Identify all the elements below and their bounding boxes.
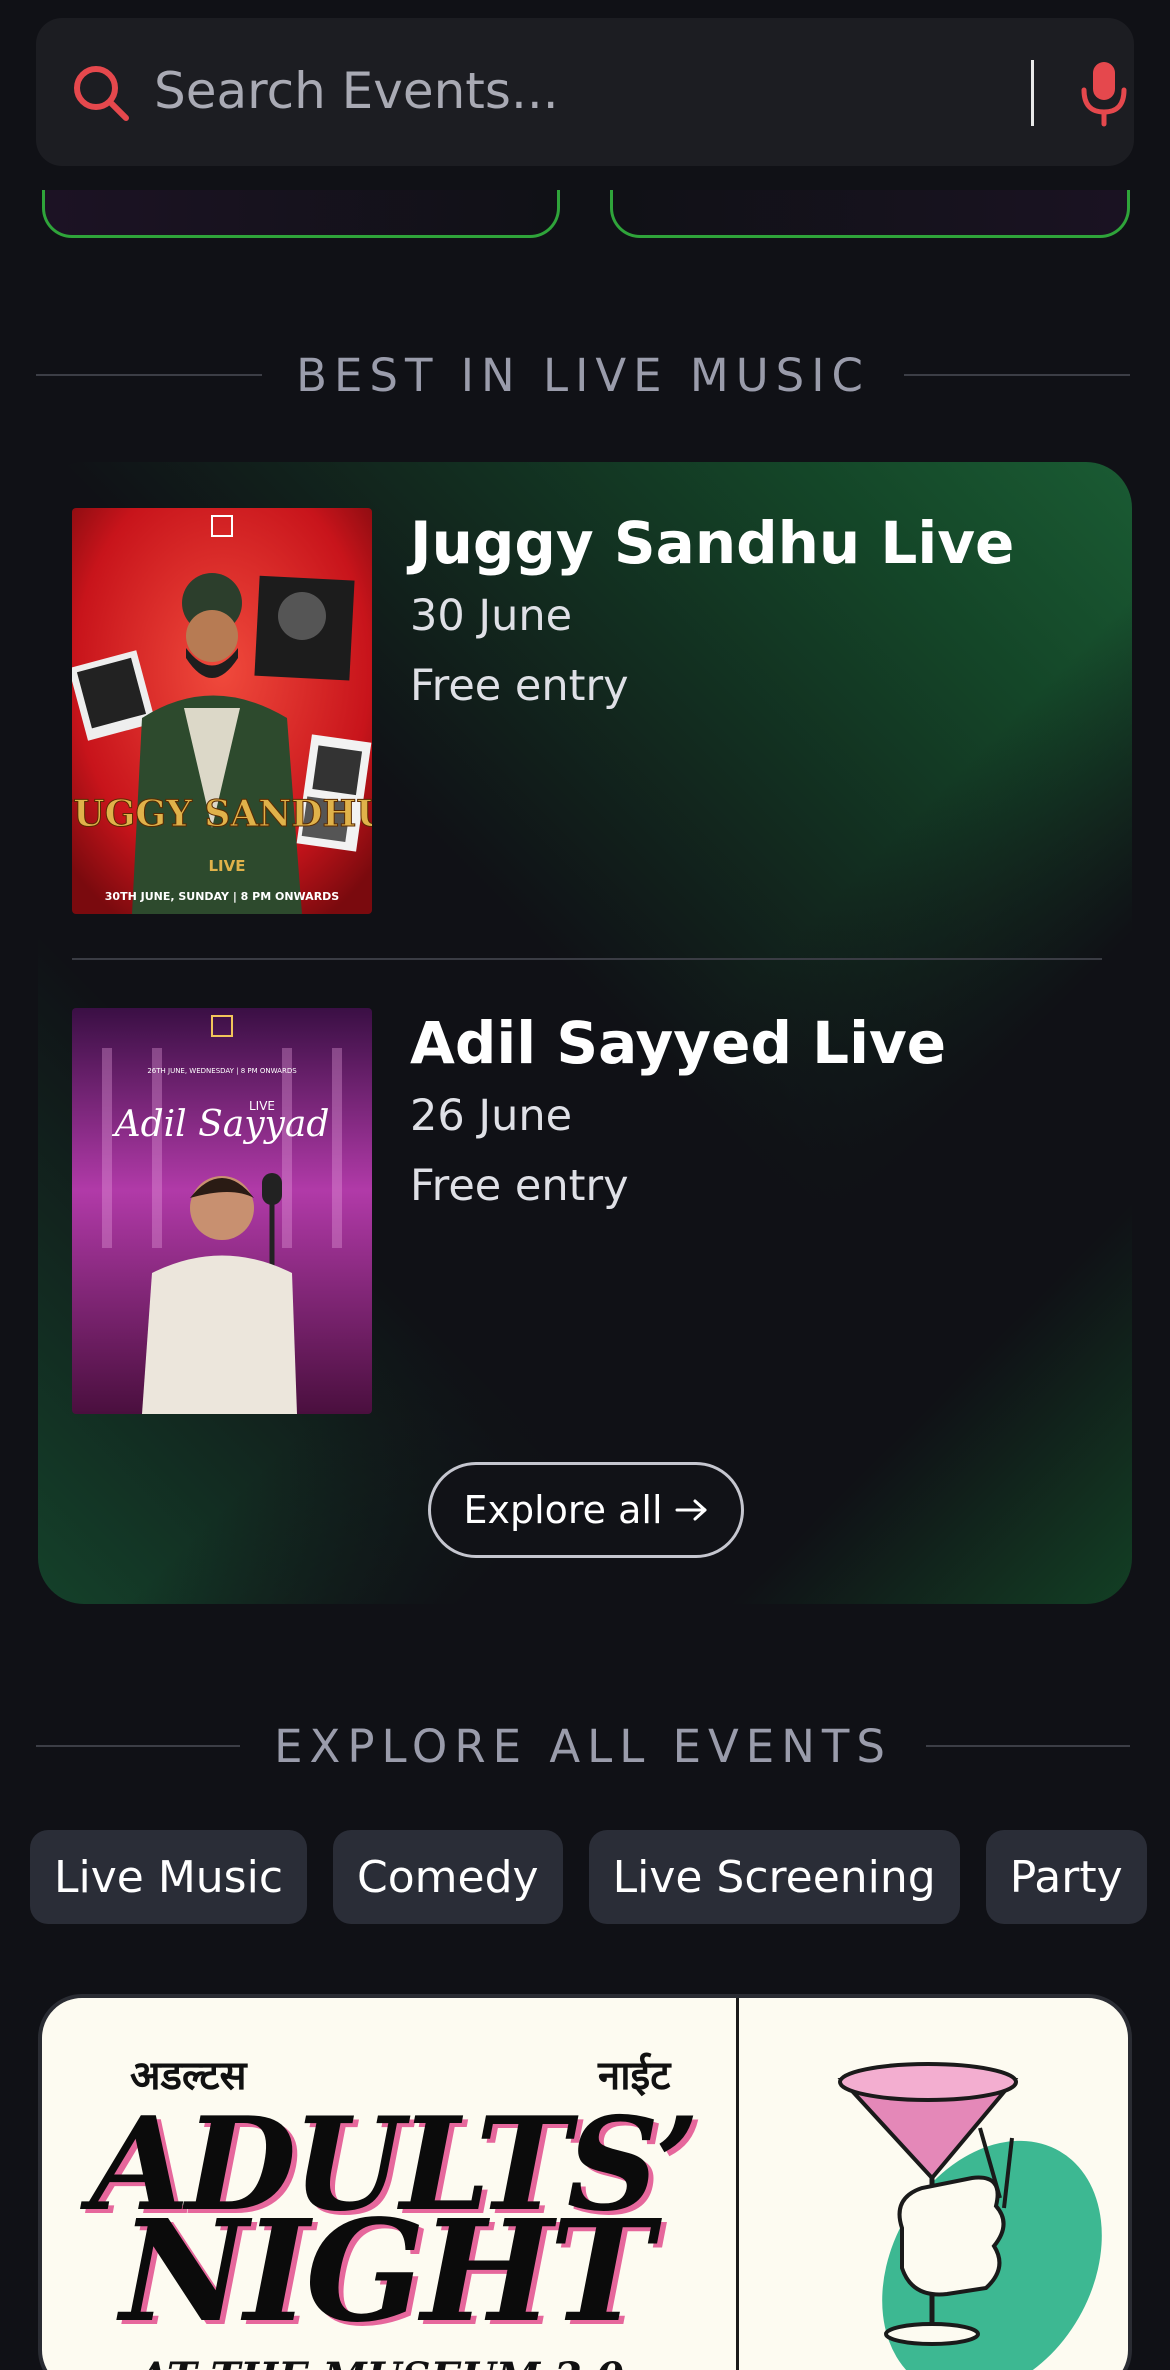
featured-event-banner[interactable]: अडल्टस नाईट ADULTS’ NIGHT AT THE MUSEUM …	[38, 1994, 1132, 2370]
event-poster[interactable]: JUGGY SANDHU LIVE 30TH JUNE, SUNDAY | 8 …	[72, 508, 372, 914]
event-price: Free entry	[410, 1161, 629, 1211]
poster-title: JUGGY SANDHU	[72, 793, 372, 835]
banner-title-line2: NIGHT	[120, 2190, 653, 2354]
poster-title: Adil Sayyad	[112, 1104, 330, 1145]
banner-divider	[736, 1998, 739, 2370]
event-info: Adil Sayyed Live 26 June Free entry	[410, 1008, 946, 1214]
event-title: Adil Sayyed Live	[410, 1009, 947, 1077]
search-divider	[1031, 60, 1034, 126]
search-icon[interactable]	[70, 62, 132, 124]
event-date: 30 June	[410, 591, 573, 641]
event-divider	[72, 958, 1102, 960]
arrow-right-icon	[675, 1499, 707, 1521]
category-chip-comedy[interactable]: Comedy	[333, 1830, 563, 1924]
poster-live-label: LIVE	[209, 857, 246, 875]
event-title: Juggy Sandhu Live	[410, 509, 1015, 577]
search-bar[interactable]	[36, 18, 1134, 166]
explore-heading: EXPLORE ALL EVENTS	[36, 1716, 1131, 1776]
category-chip-live-screening[interactable]: Live Screening	[588, 1830, 960, 1924]
event-info: Juggy Sandhu Live 30 June Free entry	[410, 508, 1014, 714]
category-chips: Live Music Comedy Live Screening Party	[30, 1830, 1147, 1924]
event-row[interactable]: JUGGY SANDHU LIVE 30TH JUNE, SUNDAY | 8 …	[72, 508, 1102, 914]
event-date: 26 June	[410, 1091, 573, 1141]
search-input[interactable]	[154, 58, 994, 124]
heading-line-left	[36, 1745, 241, 1747]
live-music-heading-text: BEST IN LIVE MUSIC	[296, 348, 870, 402]
heading-line-right	[925, 1745, 1131, 1747]
live-music-card: JUGGY SANDHU LIVE 30TH JUNE, SUNDAY | 8 …	[38, 462, 1132, 1604]
banner-subtitle: AT THE MUSEUM 2.0	[138, 2354, 624, 2370]
explore-all-button[interactable]: Explore all	[428, 1462, 744, 1558]
carousel-card-peek-left[interactable]	[42, 190, 560, 238]
live-music-heading: BEST IN LIVE MUSIC	[36, 345, 1130, 405]
event-price: Free entry	[410, 661, 629, 711]
poster-footer: 30TH JUNE, SUNDAY | 8 PM ONWARDS	[105, 890, 340, 903]
event-poster[interactable]: 26TH JUNE, WEDNESDAY | 8 PM ONWARDS LIVE…	[72, 1008, 372, 1414]
explore-heading-text: EXPLORE ALL EVENTS	[274, 1719, 892, 1773]
microphone-icon[interactable]	[1076, 58, 1132, 128]
explore-all-label: Explore all	[463, 1488, 663, 1532]
cocktail-glass-icon	[837, 2062, 1102, 2370]
event-row[interactable]: 26TH JUNE, WEDNESDAY | 8 PM ONWARDS LIVE…	[72, 1008, 1102, 1414]
heading-line-left	[36, 374, 263, 376]
heading-line-right	[903, 374, 1130, 376]
poster-footer: 26TH JUNE, WEDNESDAY | 8 PM ONWARDS	[147, 1067, 297, 1075]
carousel-card-peek-right[interactable]	[610, 190, 1130, 238]
category-chip-live-music[interactable]: Live Music	[30, 1830, 308, 1924]
category-chip-party[interactable]: Party	[985, 1830, 1147, 1924]
